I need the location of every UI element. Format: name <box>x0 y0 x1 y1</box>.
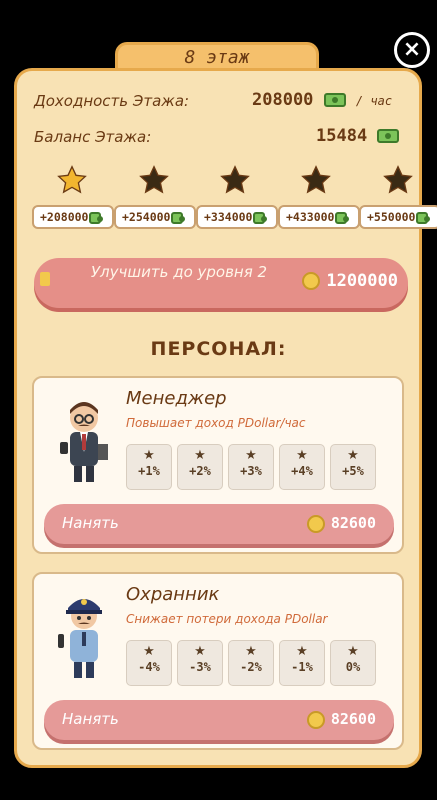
income-value-text: 208000 <box>252 90 314 110</box>
upgrade-button[interactable]: Улучшить до уровня 2 1200000 <box>34 258 408 308</box>
staff-level-value: -3% <box>189 660 211 674</box>
staff-desc: Снижает потери дохода PDollar <box>126 612 328 626</box>
staff-card-guard: Охранник Снижает потери дохода PDollar ★… <box>32 572 404 750</box>
staff-level-box: ★ -4% <box>126 640 172 686</box>
star-icon: ★ <box>347 448 359 463</box>
staff-level-box: ★ +1% <box>126 444 172 490</box>
staff-level-value: +4% <box>291 464 313 478</box>
hire-label: Нанять <box>62 514 119 532</box>
coin-icon <box>306 514 325 533</box>
close-icon: × <box>402 37 422 62</box>
level-income-value: +550000 <box>367 210 416 224</box>
balance-label: Баланс Этажа: <box>34 128 152 146</box>
star-icon: ★ <box>245 448 257 463</box>
staff-name: Менеджер <box>126 388 227 409</box>
level-income-pill: +550000 <box>359 205 437 229</box>
dollar-bill-icon <box>323 93 346 107</box>
hire-label: Нанять <box>62 710 119 728</box>
level-income-pill: +254000 <box>114 205 196 229</box>
level-income-pill: +334000 <box>196 205 278 229</box>
hire-button-guard[interactable]: Нанять 82600 <box>44 700 394 740</box>
upgrade-price-text: 1200000 <box>326 271 398 291</box>
dollar-bill-icon <box>253 211 268 224</box>
staff-level-box: ★ +5% <box>330 444 376 490</box>
level-star-icon <box>219 164 251 196</box>
level-income-value: +334000 <box>204 210 253 224</box>
staff-level-value: +5% <box>342 464 364 478</box>
lock-icon <box>40 272 50 286</box>
income-label: Доходность Этажа: <box>34 92 190 110</box>
staff-level-value: +3% <box>240 464 262 478</box>
upgrade-label: Улучшить до уровня 2 <box>90 263 268 281</box>
staff-level-value: -2% <box>240 660 262 674</box>
staff-level-box: ★ -3% <box>177 640 223 686</box>
level-star-icon <box>56 164 88 196</box>
staff-level-box: ★ -2% <box>228 640 274 686</box>
star-icon: ★ <box>296 644 308 659</box>
coin-icon <box>302 272 321 290</box>
dollar-bill-icon <box>416 211 431 224</box>
level-star-icon <box>382 164 414 196</box>
level-income-value: +254000 <box>122 210 171 224</box>
hire-price-text: 82600 <box>330 514 376 532</box>
dollar-bill-icon <box>171 211 186 224</box>
floor-title: 8 этаж <box>184 47 250 68</box>
upgrade-price: 1200000 <box>302 271 398 291</box>
level-income-pill: +208000 <box>32 205 114 229</box>
star-icon: ★ <box>143 448 155 463</box>
staff-name: Охранник <box>126 584 220 605</box>
star-icon: ★ <box>245 644 257 659</box>
hire-price: 82600 <box>306 514 376 533</box>
star-icon: ★ <box>296 448 308 463</box>
staff-level-box: ★ 0% <box>330 640 376 686</box>
income-unit: / час <box>355 94 393 108</box>
staff-desc: Повышает доход PDollar/час <box>126 416 306 430</box>
staff-level-box: ★ +3% <box>228 444 274 490</box>
hire-button-manager[interactable]: Нанять 82600 <box>44 504 394 544</box>
star-icon: ★ <box>347 644 359 659</box>
staff-level-value: 0% <box>345 660 361 674</box>
level-income-pill: +433000 <box>278 205 360 229</box>
level-star-icon <box>300 164 332 196</box>
staff-level-value: -4% <box>138 660 160 674</box>
dollar-bill-icon <box>335 211 350 224</box>
star-icon: ★ <box>143 644 155 659</box>
level-income-value: +433000 <box>286 210 335 224</box>
balance-value-text: 15484 <box>316 126 368 146</box>
income-value: 208000 / час <box>252 90 392 110</box>
staff-level-box: ★ +4% <box>279 444 325 490</box>
staff-level-box: ★ -1% <box>279 640 325 686</box>
dollar-bill-icon <box>89 211 104 224</box>
hire-price: 82600 <box>306 710 376 729</box>
staff-level-value: +1% <box>138 464 160 478</box>
hire-price-text: 82600 <box>330 710 376 728</box>
coin-icon <box>306 710 325 729</box>
dollar-bill-icon <box>377 129 400 143</box>
star-icon: ★ <box>194 644 206 659</box>
manager-avatar <box>60 402 108 482</box>
balance-value: 15484 <box>316 126 400 146</box>
level-income-value: +208000 <box>40 210 89 224</box>
staff-level-value: +2% <box>189 464 211 478</box>
staff-card-manager: Менеджер Повышает доход PDollar/час ★ +1%… <box>32 376 404 554</box>
star-icon: ★ <box>194 448 206 463</box>
staff-title: ПЕРСОНАЛ: <box>150 338 287 360</box>
guard-avatar <box>58 599 102 678</box>
level-star-icon <box>138 164 170 196</box>
close-button[interactable]: × <box>394 32 430 68</box>
staff-level-value: -1% <box>291 660 313 674</box>
staff-level-box: ★ +2% <box>177 444 223 490</box>
